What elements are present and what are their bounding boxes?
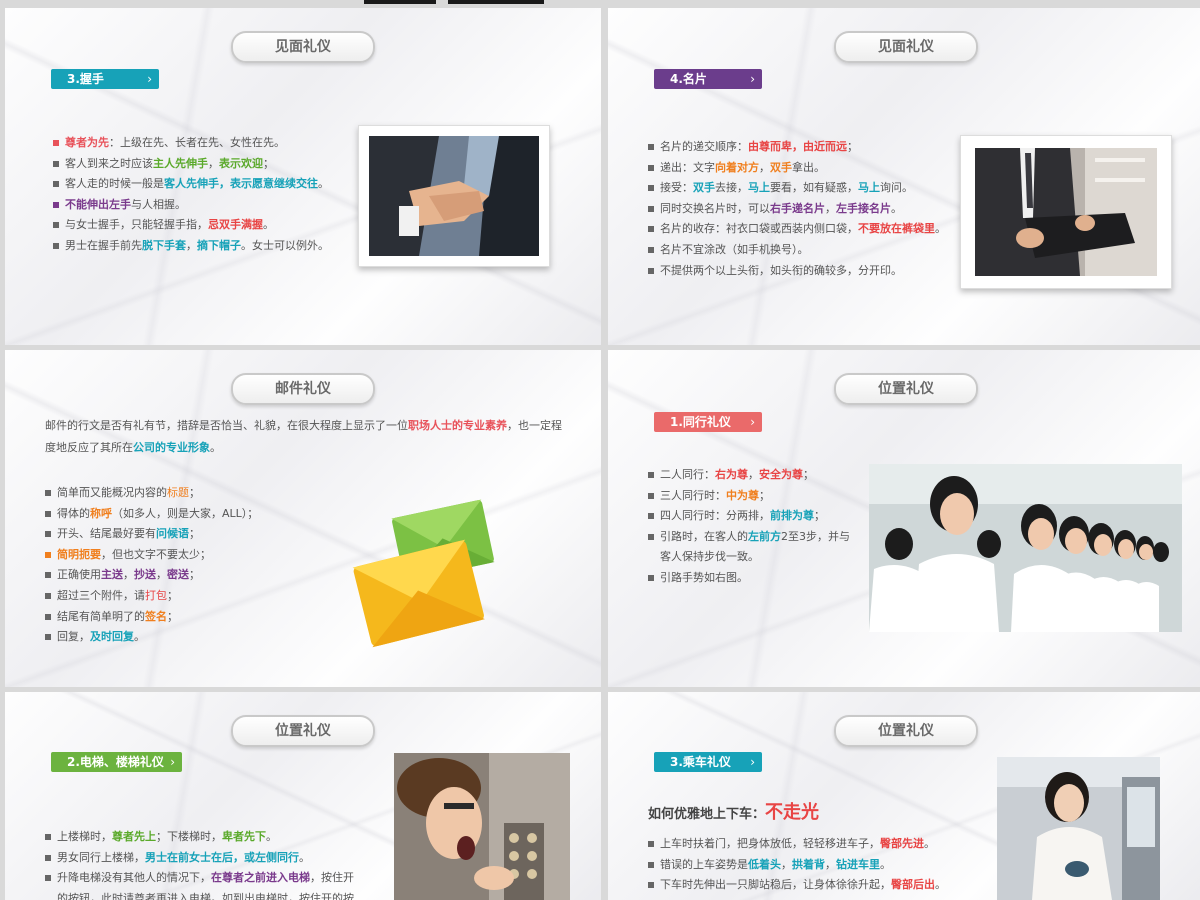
section-tag: 2.电梯、楼梯礼仪 › (51, 752, 182, 772)
list-item: 上楼梯时，尊者先上；下楼梯时，卑者先下。 (45, 827, 354, 848)
tag-label: 3.握手 (67, 72, 104, 86)
chevron-right-icon: › (147, 72, 152, 86)
list-item: 四人同行时：分两排，前排为尊； (648, 506, 850, 527)
list-item: 接受：双手去接，马上要看，如有疑惑，马上询问。 (648, 178, 946, 199)
list-item: 结尾有简单明了的签名； (45, 607, 258, 628)
section-tag: 3.乘车礼仪 › (654, 752, 762, 772)
list-item: 名片的收存：衬衣口袋或西装内侧口袋，不要放在裤袋里。 (648, 219, 946, 240)
prev-slide-edge (364, 0, 436, 4)
top-strip (0, 0, 1200, 6)
hostesses-photo (869, 464, 1182, 632)
slide-title: 见面礼仪 (231, 31, 375, 63)
list-item: 客人到来之时应该主人先伸手，表示欢迎； (53, 154, 329, 175)
section-tag: 3.握手 › (51, 69, 159, 89)
list-item: 名片的递交顺序：由尊而卑，由近而远； (648, 137, 946, 158)
section-tag: 4.名片 › (654, 69, 762, 89)
chevron-right-icon: › (170, 755, 175, 769)
bullet-list: 二人同行：右为尊，安全为尊； 三人同行时：中为尊； 四人同行时：分两排，前排为尊… (648, 465, 850, 589)
list-item: 名片不宜涂改（如手机换号）。 (648, 240, 946, 261)
list-item: 错误的上车姿势是低着头，拱着背，钻进车里。 (648, 855, 946, 876)
list-item: 正确使用主送，抄送，密送； (45, 565, 258, 586)
list-item: 上车时扶着门，把身体放低，轻轻移进车子，臀部先进。 (648, 834, 946, 855)
bullet-list: 名片的递交顺序：由尊而卑，由近而远； 递出：文字向着对方，双手拿出。 接受：双手… (648, 137, 946, 281)
bullet-list: 上楼梯时，尊者先上；下楼梯时，卑者先下。 男女同行上楼梯，男士在前女士在后，或左… (45, 827, 354, 900)
list-item: 递出：文字向着对方，双手拿出。 (648, 158, 946, 179)
slide-walking-etiquette[interactable]: 位置礼仪 1.同行礼仪 › 二人同行：右为尊，安全为尊； 三人同行时：中为尊； 四… (608, 350, 1200, 687)
list-item: 得体的称呼（如多人，则是大家，ALL）； (45, 504, 258, 525)
bullet-list: 上车时扶着门，把身体放低，轻轻移进车子，臀部先进。 错误的上车姿势是低着头，拱着… (648, 834, 946, 896)
handshake-photo (358, 125, 550, 267)
slide-title: 位置礼仪 (834, 373, 978, 405)
slide-title: 位置礼仪 (834, 715, 978, 747)
tag-label: 1.同行礼仪 (670, 415, 731, 429)
list-item: 与女士握手，只能轻握手指，忌双手满握。 (53, 215, 329, 236)
list-item: 二人同行：右为尊，安全为尊； (648, 465, 850, 486)
slide-title: 见面礼仪 (834, 31, 978, 63)
list-item: 尊者为先：上级在先、长者在先、女性在先。 (53, 133, 329, 154)
list-item: 男士在握手前先脱下手套，摘下帽子。女士可以例外。 (53, 236, 329, 257)
slide-greeting-handshake[interactable]: 见面礼仪 3.握手 › 尊者为先：上级在先、长者在先、女性在先。 客人到来之时应该… (5, 8, 601, 345)
car-heading: 如何优雅地上下车：不走光 (648, 802, 820, 823)
tag-label: 2.电梯、楼梯礼仪 (67, 755, 164, 769)
list-item: 引路时，在客人的左前方2至3步，并与 客人保持步伐一致。 (648, 527, 850, 568)
chevron-right-icon: › (750, 415, 755, 429)
list-item: 引路手势如右图。 (648, 568, 850, 589)
list-item: 不提供两个以上头衔，如头衔的确较多，分开印。 (648, 261, 946, 282)
section-tag: 1.同行礼仪 › (654, 412, 762, 432)
car-woman-photo (997, 757, 1160, 900)
slide-elevator-stair-etiquette[interactable]: 位置礼仪 2.电梯、楼梯礼仪 › 上楼梯时，尊者先上；下楼梯时，卑者先下。 男女同… (5, 692, 601, 900)
slide-car-etiquette[interactable]: 位置礼仪 3.乘车礼仪 › 如何优雅地上下车：不走光 上车时扶着门，把身体放低，轻… (608, 692, 1200, 900)
business-card-photo (960, 135, 1172, 289)
tag-label: 3.乘车礼仪 (670, 755, 731, 769)
slide-title: 邮件礼仪 (231, 373, 375, 405)
slide-greeting-business-card[interactable]: 见面礼仪 4.名片 › 名片的递交顺序：由尊而卑，由近而远； 递出：文字向着对方，… (608, 8, 1200, 345)
list-item: 开头、结尾最好要有问候语； (45, 524, 258, 545)
chevron-right-icon: › (750, 755, 755, 769)
tag-label: 4.名片 (670, 72, 707, 86)
list-item: 不能伸出左手与人相握。 (53, 195, 329, 216)
elevator-photo (394, 753, 570, 900)
list-item: 升降电梯没有其他人的情况下，在尊者之前进入电梯，按住开 的按钮，此时请尊者再进入电… (45, 868, 354, 900)
slide-title: 位置礼仪 (231, 715, 375, 747)
list-item: 男女同行上楼梯，男士在前女士在后，或左侧同行。 (45, 848, 354, 869)
list-item: 超过三个附件，请打包； (45, 586, 258, 607)
list-item: 客人走的时候一般是客人先伸手，表示愿意继续交往。 (53, 174, 329, 195)
chevron-right-icon: › (750, 72, 755, 86)
list-item: 简单而又能概况内容的标题； (45, 483, 258, 504)
bullet-list: 尊者为先：上级在先、长者在先、女性在先。 客人到来之时应该主人先伸手，表示欢迎；… (53, 133, 329, 257)
list-item: 下车时先伸出一只脚站稳后，让身体徐徐升起，臀部后出。 (648, 875, 946, 896)
bullet-list: 简单而又能概况内容的标题； 得体的称呼（如多人，则是大家，ALL）； 开头、结尾… (45, 483, 258, 648)
list-item: 同时交换名片时，可以右手递名片，左手接名片。 (648, 199, 946, 220)
list-item: 回复，及时回复。 (45, 627, 258, 648)
list-item: 三人同行时：中为尊； (648, 486, 850, 507)
prev-slide-edge (448, 0, 544, 4)
intro-paragraph: 邮件的行文是否有礼有节，措辞是否恰当、礼貌，在很大程度上显示了一位职场人士的专业… (45, 419, 562, 454)
slide-email-etiquette[interactable]: 邮件礼仪 邮件的行文是否有礼有节，措辞是否恰当、礼貌，在很大程度上显示了一位职场… (5, 350, 601, 687)
list-item: 简明扼要，但也文字不要太少； (45, 545, 258, 566)
envelope-icon (350, 490, 500, 650)
